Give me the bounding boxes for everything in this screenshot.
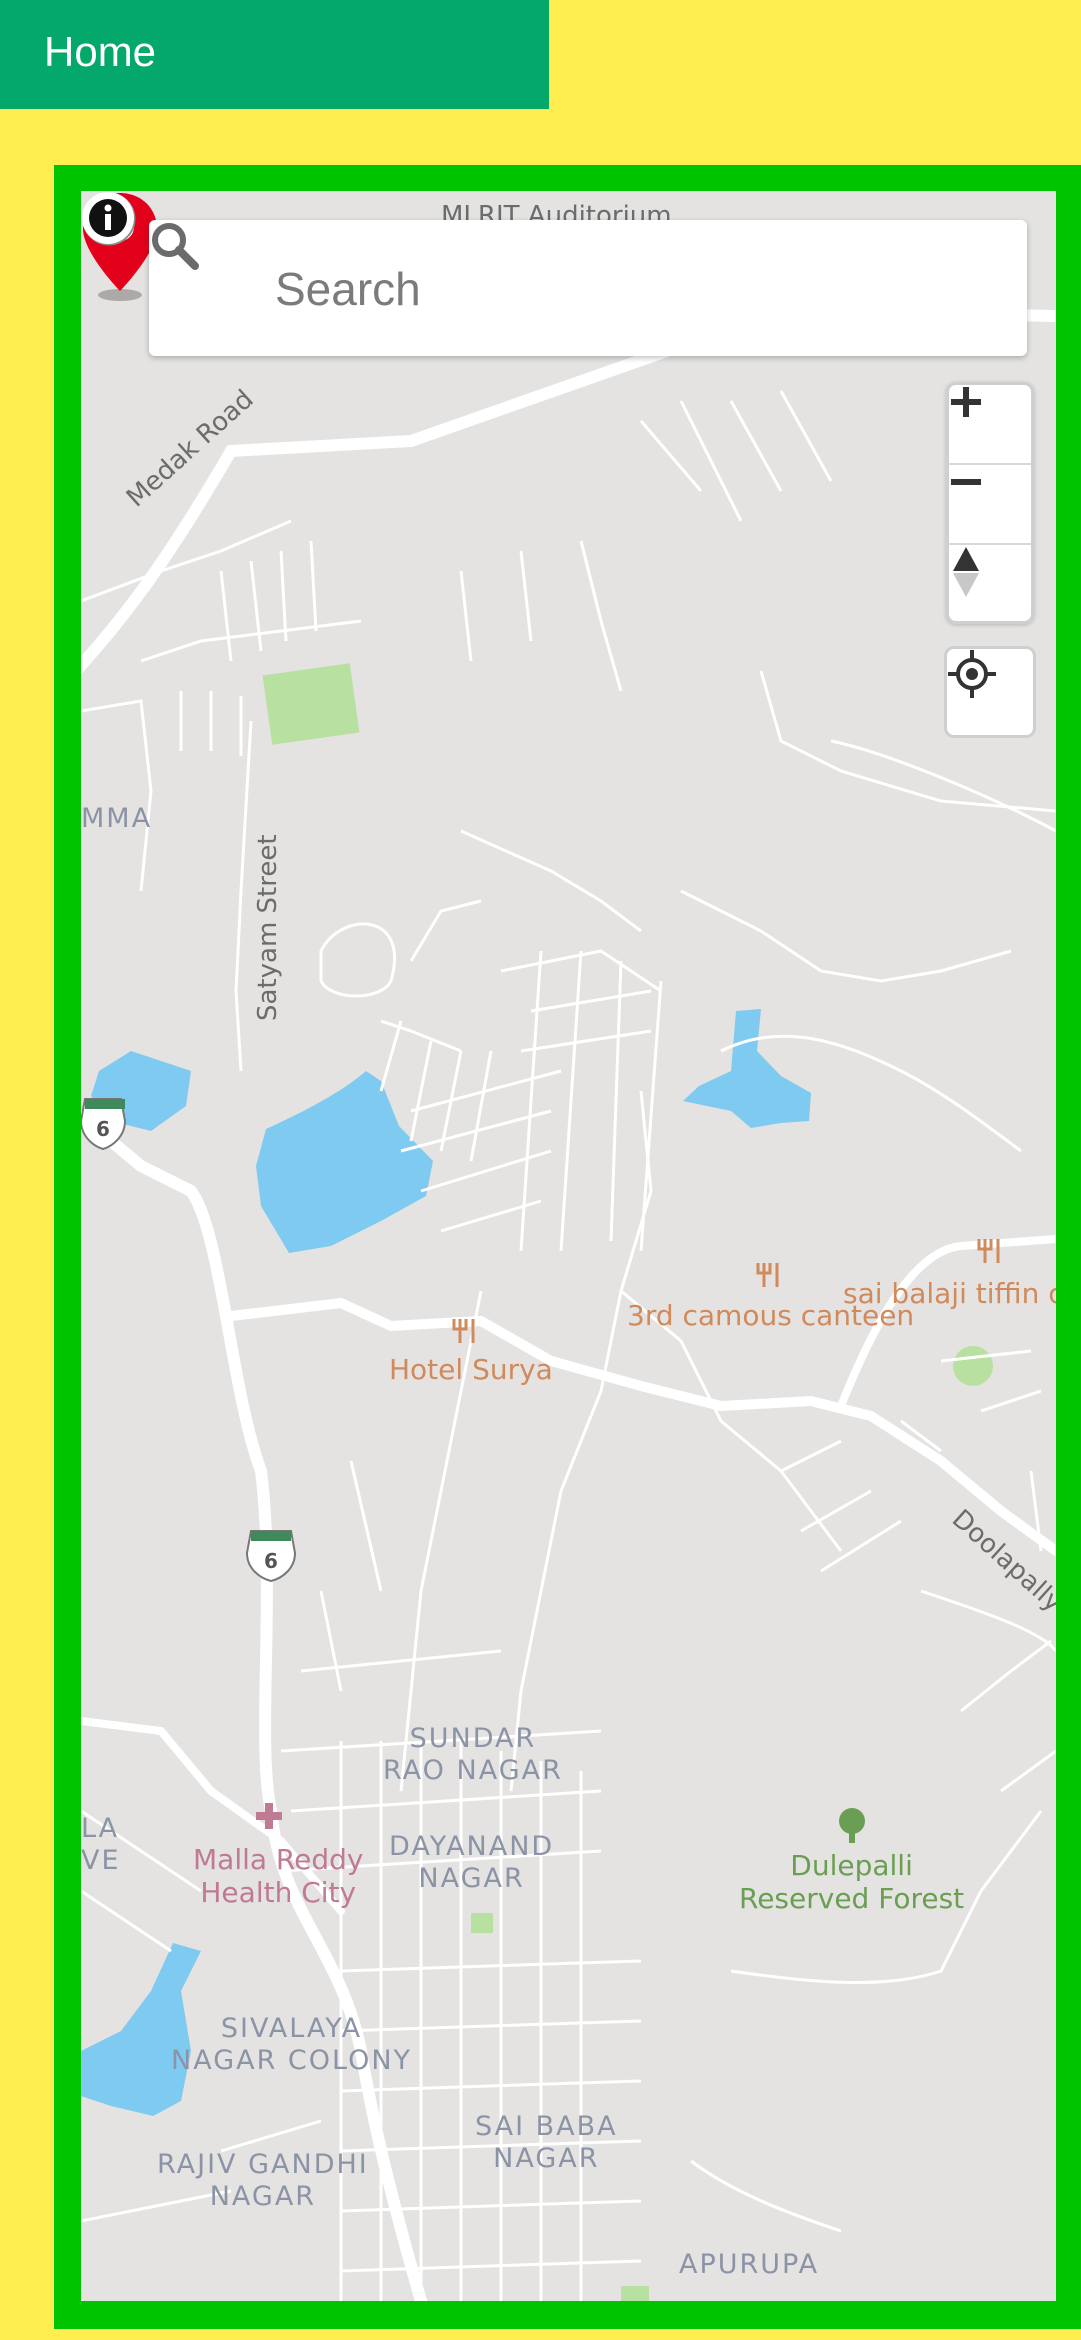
north-arrow-icon xyxy=(953,547,979,597)
poi-label-line: Health City xyxy=(200,1876,357,1910)
highway-shield-2: 6 xyxy=(245,1530,297,1583)
area-label-line: NAGAR xyxy=(209,2180,317,2212)
plus-icon xyxy=(951,387,981,417)
area-label-line: NAGAR COLONY xyxy=(171,2044,413,2076)
area-label-mma: MMA xyxy=(81,803,153,834)
area-label-dayanand-nagar: DAYANAND NAGAR xyxy=(389,1831,554,1895)
area-label-line: RAO NAGAR xyxy=(383,1754,563,1786)
compass-reset-button[interactable] xyxy=(949,545,1031,623)
poi-label-sai-balaji: sai balaji tiffin c xyxy=(843,1277,1056,1310)
svg-text:6: 6 xyxy=(264,1549,278,1573)
area-label-sai-baba-nagar: SAI BABA NAGAR xyxy=(475,2111,618,2175)
search-input[interactable] xyxy=(273,250,997,328)
area-label-line: SIVALAYA xyxy=(220,2013,363,2044)
area-label-line: DAYANAND xyxy=(389,1831,555,1862)
poi-label-malla-reddy: Malla Reddy Health City xyxy=(193,1843,363,1909)
park-small-1 xyxy=(471,1913,493,1933)
poi-label-line: Malla Reddy xyxy=(193,1843,364,1876)
park-small-2 xyxy=(621,2286,649,2301)
area-label-line: SAI BABA xyxy=(475,2111,618,2142)
lake-center xyxy=(256,1071,433,1253)
page-title: Home xyxy=(44,28,157,75)
top-bar: Home xyxy=(0,0,549,109)
road-label-satyam: Satyam Street xyxy=(253,834,283,1021)
locate-me-button[interactable] xyxy=(944,646,1036,738)
area-label-line: VE xyxy=(81,1844,121,1876)
forest-label-dulepalli: Dulepalli Reserved Forest xyxy=(739,1849,964,1915)
zoom-in-button[interactable] xyxy=(949,385,1031,463)
area-label-sundar-rao-nagar: SUNDAR RAO NAGAR xyxy=(383,1723,563,1787)
search-icon xyxy=(152,223,199,270)
area-label-line: SUNDAR xyxy=(409,1723,537,1754)
forest-label-line: Reserved Forest xyxy=(739,1882,965,1916)
zoom-controls xyxy=(946,382,1034,624)
area-label-line: RAJIV GANDHI xyxy=(157,2149,369,2180)
info-icon[interactable] xyxy=(81,191,135,245)
map-canvas[interactable]: 6 6 xyxy=(81,191,1056,2301)
forest-label-line: Dulepalli xyxy=(790,1849,913,1882)
search-box[interactable] xyxy=(149,220,1027,356)
svg-text:6: 6 xyxy=(96,1117,110,1141)
forest-tree-icon xyxy=(839,1808,865,1843)
my-location-icon xyxy=(948,650,996,698)
area-label-fragment-west: LA VE xyxy=(81,1813,121,1877)
park-north xyxy=(262,663,360,745)
area-label-rajiv-gandhi-nagar: RAJIV GANDHI NAGAR xyxy=(157,2149,369,2213)
area-label-sivalaya: SIVALAYA NAGAR COLONY xyxy=(171,2013,412,2077)
area-label-line: NAGAR xyxy=(418,1862,525,1894)
poi-label-hotel-surya: Hotel Surya xyxy=(389,1353,553,1386)
map-view[interactable]: 6 6 MLRIT Auditorium Medak Road MMA Saty… xyxy=(81,191,1056,2301)
area-label-line: NAGAR xyxy=(493,2142,600,2174)
park-east xyxy=(953,1346,993,1386)
area-label-line: LA xyxy=(81,1813,120,1844)
minus-icon xyxy=(951,479,981,485)
area-label-apurupa: APURUPA xyxy=(679,2249,820,2280)
zoom-out-button[interactable] xyxy=(949,465,1031,543)
lake-east xyxy=(683,1009,811,1128)
